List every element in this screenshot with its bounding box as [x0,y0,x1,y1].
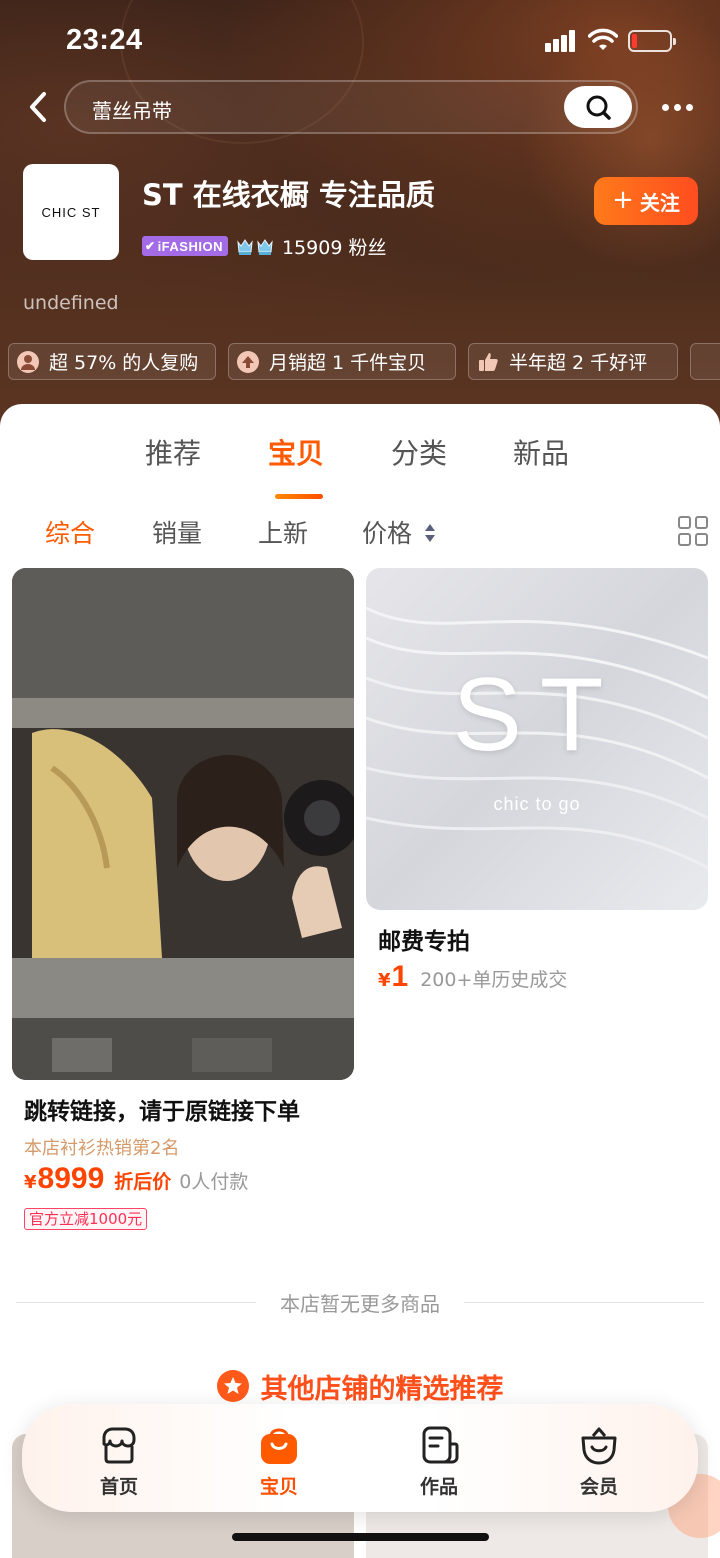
recommendation-header: 其他店铺的精选推荐 [0,1366,720,1406]
signal-icon [545,30,579,52]
tag-repurchase[interactable]: 超 57% 的人复购 [8,343,216,380]
currency-symbol: ¥ [24,1172,37,1193]
shop-logo-text: CHIC ST [41,204,101,220]
plus-icon: + [612,184,634,215]
nav-label: 宝贝 [259,1476,298,1498]
follow-label: 关注 [639,190,680,215]
crown-icon [237,239,253,255]
wifi-icon [588,28,618,50]
tag-good-reviews[interactable]: 半年超 2 千好评 [468,343,678,380]
product-image[interactable] [12,568,354,1080]
shop-logo[interactable]: CHIC ST [23,164,119,260]
sort-sales[interactable]: 销量 [152,514,202,550]
more-icon[interactable] [658,92,698,122]
arrow-up-icon [237,350,259,373]
coupon-badge: 官方立减1000元 [24,1208,148,1230]
nav-home[interactable]: 首页 [74,1422,164,1502]
crown-rating [236,236,276,256]
product-title: 跳转链接，请于原链接下单 [24,1099,300,1125]
status-bar: 23:24 [0,0,720,80]
star-icon [216,1370,249,1402]
thumbs-up-icon [477,351,499,373]
nav-items[interactable]: 宝贝 [234,1422,324,1502]
follow-button[interactable]: + 关注 [594,177,698,225]
search-query: 蕾丝吊带 [92,99,172,123]
navigation-bar: 蕾丝吊带 [0,78,720,136]
nav-works[interactable]: 作品 [394,1422,484,1502]
shop-description: undefined [23,292,119,314]
sort-bar: 综合 销量 上新 价格 [0,510,720,554]
search-button[interactable] [564,86,632,128]
works-icon [422,1426,459,1464]
shop-highlight-tags: 超 57% 的人复购 月销超 1 千件宝贝 半年超 2 千好评 [0,343,720,381]
product-price: 8999 [37,1162,105,1195]
active-tab-indicator [275,494,323,499]
tag-monthly-sales[interactable]: 月销超 1 千件宝贝 [228,343,456,380]
sort-newest[interactable]: 上新 [258,514,308,550]
home-indicator [232,1533,489,1541]
tag-more[interactable] [690,343,720,380]
sold-count: 200+单历史成交 [420,969,568,991]
shop-tabs: 推荐 宝贝 分类 新品 [0,424,720,499]
currency-symbol: ¥ [378,970,391,991]
sort-overall[interactable]: 综合 [45,514,95,550]
bag-icon [261,1428,297,1464]
ifashion-badge-label: iFASHION [157,238,223,254]
product-price-row: ¥ 8999 折后价 0人付款 [24,1162,248,1196]
product-rank: 本店衬衫热销第2名 [24,1138,180,1159]
sold-count: 0人付款 [179,1171,249,1193]
nav-label: 会员 [579,1476,618,1498]
shop-icon [102,1427,136,1464]
grid-layout-icon[interactable] [678,516,710,548]
tag-label: 月销超 1 千件宝贝 [269,352,427,374]
person-icon [17,350,39,373]
ifashion-badge: ✔ iFASHION [142,236,228,256]
tag-label: 半年超 2 千好评 [509,352,648,374]
back-icon[interactable] [24,88,54,126]
recommendation-title: 其他店铺的精选推荐 [260,1373,504,1405]
price-note: 折后价 [114,1171,172,1193]
tag-label: 超 57% 的人复购 [49,352,199,374]
sort-price[interactable]: 价格 [362,514,412,550]
tab-new[interactable]: 新品 [513,432,569,472]
bottom-navigation: 首页 宝贝 作品 会员 [22,1404,698,1512]
tab-recommend[interactable]: 推荐 [145,432,201,472]
product-card[interactable]: ST chic to go 邮费专拍 ¥ 1 200+单历史成交 [366,568,708,998]
member-icon [581,1427,617,1465]
tab-items[interactable]: 宝贝 [268,432,324,472]
product-price-row: ¥ 1 200+单历史成交 [378,960,567,994]
crown-icon [257,239,273,255]
search-input[interactable]: 蕾丝吊带 [64,80,638,134]
nav-label: 首页 [99,1476,138,1498]
product-title: 邮费专拍 [378,929,470,955]
tab-category[interactable]: 分类 [391,432,447,472]
no-more-items: 本店暂无更多商品 [16,1288,704,1318]
product-card[interactable]: 跳转链接，请于原链接下单 本店衬衫热销第2名 ¥ 8999 折后价 0人付款 官… [12,568,354,1230]
nav-label: 作品 [419,1476,458,1498]
sort-arrows-icon[interactable] [424,522,436,544]
status-time: 23:24 [66,24,143,56]
shop-content: 推荐 宝贝 分类 新品 综合 销量 上新 价格 跳转链接，请于原链接下单 本店衬… [0,404,720,1558]
battery-icon [628,30,676,52]
shop-badges: ✔ iFASHION 15909 粉丝 [142,234,387,259]
ifashion-v-icon: ✔ [145,239,156,253]
search-icon [586,95,611,120]
shop-name: ST 在线衣橱 专注品质 [142,178,435,212]
nav-member[interactable]: 会员 [554,1422,644,1502]
no-more-text: 本店暂无更多商品 [280,1292,440,1316]
product-image-slogan: chic to go [493,794,581,814]
product-image[interactable]: ST chic to go [366,568,708,910]
fans-count: 15909 粉丝 [281,236,387,259]
product-price: 1 [391,960,409,993]
product-image-logo: ST [452,657,622,773]
